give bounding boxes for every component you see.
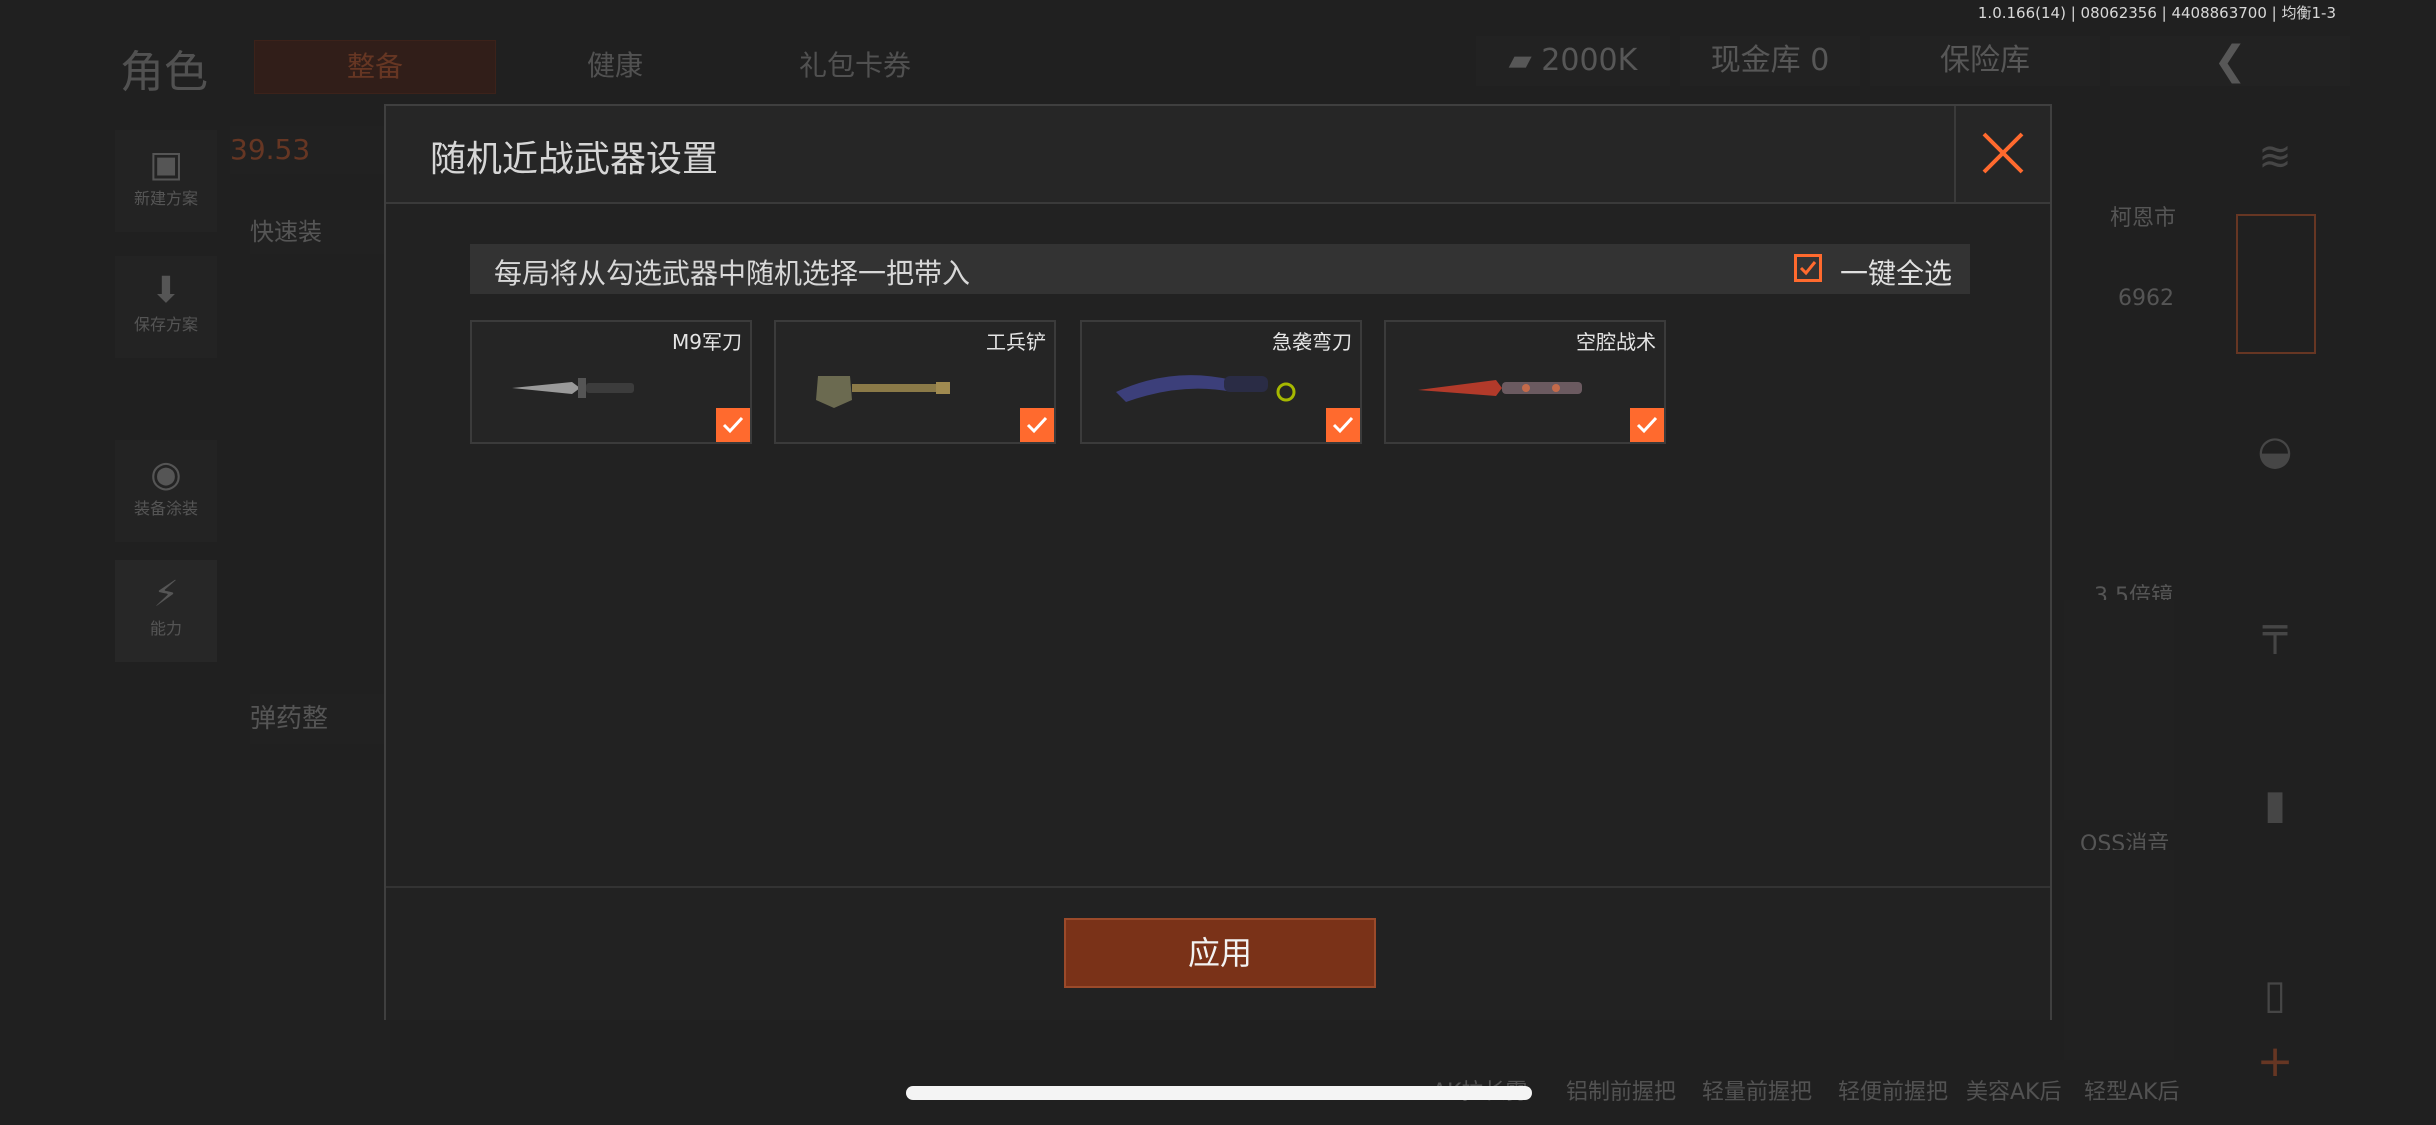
new-loadout-button[interactable]: ▣ 新建方案 [115, 130, 217, 232]
random-melee-weapon-dialog: 随机近战武器设置 每局将从勾选武器中随机选择一把带入 一键全选 M9军刀 工兵铲… [384, 104, 2052, 1020]
select-all-box[interactable] [1794, 254, 1822, 282]
dialog-footer: 应用 [386, 886, 2050, 1020]
weapon-card-shovel[interactable]: 工兵铲 [774, 320, 1056, 444]
apply-button[interactable]: 应用 [1064, 918, 1376, 988]
save-loadout-label: 保存方案 [133, 315, 198, 334]
weapon-name: M9军刀 [672, 330, 742, 354]
stack-icon[interactable]: ≋ [2240, 134, 2310, 180]
weapon-name: 急袭弯刀 [1272, 330, 1352, 354]
attachment-tag[interactable]: 轻量前握把 [1702, 1074, 1812, 1106]
item-count: 6962 [2118, 286, 2174, 311]
new-loadout-label: 新建方案 [133, 189, 198, 208]
insurance-vault-button[interactable]: 保险库 [1870, 36, 2100, 86]
checkmark-icon [1799, 261, 1817, 276]
ammo-label[interactable]: 弹药整 [250, 694, 390, 744]
currency-value: 2000K [1541, 43, 1638, 78]
page-title: 角色 [120, 47, 208, 98]
attachment-tag[interactable]: 轻便前握把 [1838, 1074, 1948, 1106]
weapon-card-karambit[interactable]: 急袭弯刀 [1080, 320, 1362, 444]
weapon-card-hollow-tactical[interactable]: 空腔战术 [1384, 320, 1666, 444]
bottle-icon[interactable]: ▯ [2240, 972, 2310, 1018]
tactical-knife-icon [1418, 380, 1582, 396]
muzzle-slot[interactable] [2064, 850, 2174, 1060]
description-text: 每局将从勾选武器中随机选择一把带入 [494, 257, 971, 290]
dialog-header: 随机近战武器设置 [386, 106, 2050, 204]
tab-equipment[interactable]: 整备 [254, 40, 496, 94]
item-city-label: 柯恩市 [2110, 206, 2177, 231]
home-indicator[interactable] [906, 1086, 1532, 1100]
equipment-skin-button[interactable]: ◉ 装备涂装 [115, 440, 217, 542]
shovel-icon [816, 376, 950, 408]
tab-health[interactable]: 健康 [510, 40, 720, 92]
value-badge: 39.53 [230, 126, 390, 174]
knife-icon [512, 378, 634, 398]
checkmark-icon [1332, 416, 1354, 434]
lightning-icon: ⚡ [153, 574, 179, 615]
rifle-icon[interactable]: ╤ [2240, 608, 2310, 654]
attachment-tag[interactable]: 美容AK后 [1966, 1074, 2061, 1106]
close-button[interactable] [1954, 106, 2050, 202]
weapon-name: 空腔战术 [1576, 330, 1656, 354]
cash-vault-button[interactable]: 现金库 0 [1680, 36, 1860, 86]
vest-icon: ▣ [148, 144, 183, 185]
weapon-checkbox[interactable] [716, 408, 750, 442]
dialog-title: 随机近战武器设置 [430, 139, 719, 180]
back-arrow-icon[interactable]: ❮ [2110, 36, 2350, 86]
ability-button[interactable]: ⚡ 能力 [115, 560, 217, 662]
tab-gift-coupons[interactable]: 礼包卡券 [740, 40, 970, 92]
left-slot-panel [230, 770, 390, 1070]
version-info: 1.0.166(14) | 08062356 | 4408863700 | 均衡… [1977, 4, 2336, 22]
helmet-slot-icon[interactable]: ◒ [2240, 428, 2310, 474]
plus-icon[interactable]: + [2240, 1036, 2310, 1087]
download-icon: ⬇ [150, 270, 182, 311]
close-icon [1982, 132, 2024, 174]
weapon-card-m9[interactable]: M9军刀 [470, 320, 752, 444]
selected-slot[interactable] [2236, 214, 2316, 354]
helmet-icon: ◉ [150, 454, 182, 495]
checkmark-icon [1636, 416, 1658, 434]
save-loadout-button[interactable]: ⬇ 保存方案 [115, 256, 217, 358]
weapon-checkbox[interactable] [1326, 408, 1360, 442]
karambit-icon [1116, 375, 1296, 402]
cash-icon: ▰ [1508, 43, 1532, 78]
select-all-label: 一键全选 [1840, 257, 1953, 290]
scope-slot[interactable] [2064, 600, 2174, 820]
magazine-icon[interactable]: ▮ [2240, 782, 2310, 828]
ability-label: 能力 [149, 619, 182, 638]
description-bar: 每局将从勾选武器中随机选择一把带入 一键全选 [470, 244, 1970, 294]
weapon-checkbox[interactable] [1020, 408, 1054, 442]
select-all-checkbox[interactable]: 一键全选 [1794, 252, 1952, 290]
weapon-checkbox[interactable] [1630, 408, 1664, 442]
checkmark-icon [1026, 416, 1048, 434]
checkmark-icon [722, 416, 744, 434]
quick-equip-label[interactable]: 快速装 [250, 210, 390, 254]
weapon-name: 工兵铲 [986, 330, 1046, 354]
attachment-tag[interactable]: 轻型AK后 [2084, 1074, 2179, 1106]
currency-display: ▰ 2000K [1476, 36, 1670, 86]
equipment-skin-label: 装备涂装 [133, 499, 198, 518]
attachment-tag[interactable]: 铝制前握把 [1566, 1074, 1676, 1106]
